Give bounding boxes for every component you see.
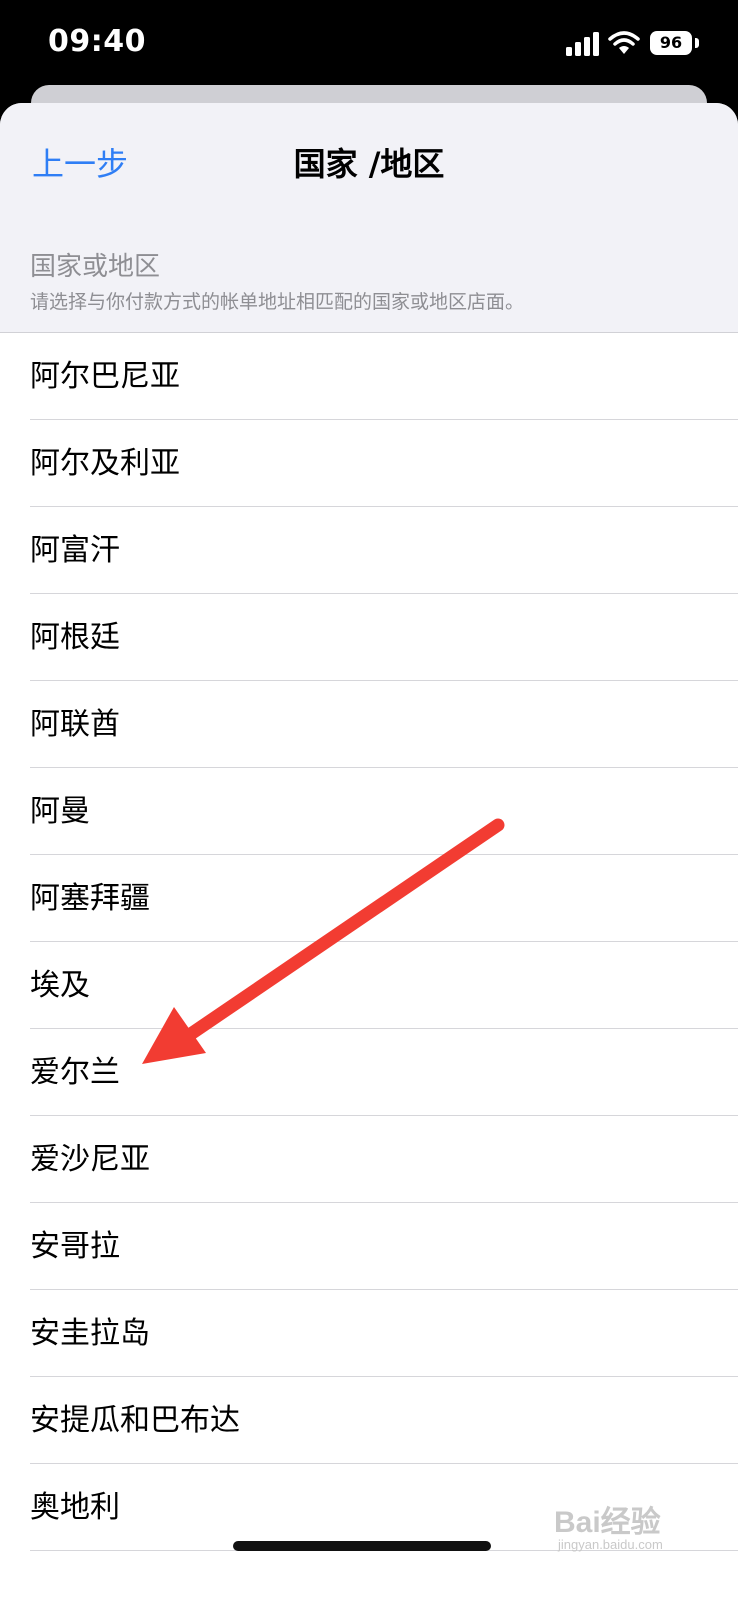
section-subtitle: 请选择与你付款方式的帐单地址相匹配的国家或地区店面。: [30, 291, 525, 313]
country-label: 阿塞拜疆: [30, 881, 150, 916]
baidu-watermark: Bai经验 jingyan.baidu.com: [554, 1495, 704, 1565]
country-label: 爱尔兰: [30, 1055, 120, 1090]
list-item[interactable]: 安提瓜和巴布达: [0, 1377, 738, 1464]
list-item[interactable]: 埃及: [0, 942, 738, 1029]
home-indicator[interactable]: [233, 1541, 491, 1551]
list-item[interactable]: 安圭拉岛: [0, 1290, 738, 1377]
watermark-url: jingyan.baidu.com: [558, 1537, 663, 1552]
country-list: 阿尔巴尼亚 阿尔及利亚 阿富汗 阿根廷 阿联酋 阿曼 阿塞拜疆 埃及 爱尔兰 爱…: [0, 333, 738, 1551]
list-item[interactable]: 阿曼: [0, 768, 738, 855]
list-item[interactable]: 阿根廷: [0, 594, 738, 681]
country-label: 阿富汗: [30, 533, 120, 568]
list-item[interactable]: 安哥拉: [0, 1203, 738, 1290]
list-item-ireland[interactable]: 爱尔兰: [0, 1029, 738, 1116]
watermark-brand: Bai经验: [554, 1506, 661, 1539]
status-bar: 09:40 96: [0, 0, 738, 90]
wifi-icon: [608, 31, 640, 54]
list-item[interactable]: 阿尔巴尼亚: [0, 333, 738, 420]
country-label: 阿尔及利亚: [30, 446, 180, 481]
country-label: 阿联酋: [30, 707, 120, 742]
country-label: 安圭拉岛: [30, 1316, 150, 1351]
list-item[interactable]: 阿塞拜疆: [0, 855, 738, 942]
page-title: 国家 /地区: [293, 145, 445, 183]
list-item[interactable]: 阿联酋: [0, 681, 738, 768]
cellular-signal-icon: [566, 32, 599, 56]
battery-cap: [695, 38, 699, 48]
section-header: 国家或地区: [30, 252, 161, 282]
list-item[interactable]: 阿尔及利亚: [0, 420, 738, 507]
list-item[interactable]: 阿富汗: [0, 507, 738, 594]
list-item[interactable]: 爱沙尼亚: [0, 1116, 738, 1203]
country-label: 安提瓜和巴布达: [30, 1403, 240, 1438]
country-label: 阿根廷: [30, 620, 120, 655]
country-region-sheet: 上一步 国家 /地区 国家或地区 请选择与你付款方式的帐单地址相匹配的国家或地区…: [0, 103, 738, 1600]
country-label: 埃及: [30, 968, 90, 1003]
battery-icon: 96: [650, 31, 692, 55]
country-label: 阿曼: [30, 794, 90, 829]
country-label: 奥地利: [30, 1490, 120, 1525]
country-label: 安哥拉: [30, 1229, 120, 1264]
sheet-header: 上一步 国家 /地区 国家或地区 请选择与你付款方式的帐单地址相匹配的国家或地区…: [0, 103, 738, 332]
status-time: 09:40: [48, 24, 146, 59]
country-label: 爱沙尼亚: [30, 1142, 150, 1177]
country-label: 阿尔巴尼亚: [30, 359, 180, 394]
